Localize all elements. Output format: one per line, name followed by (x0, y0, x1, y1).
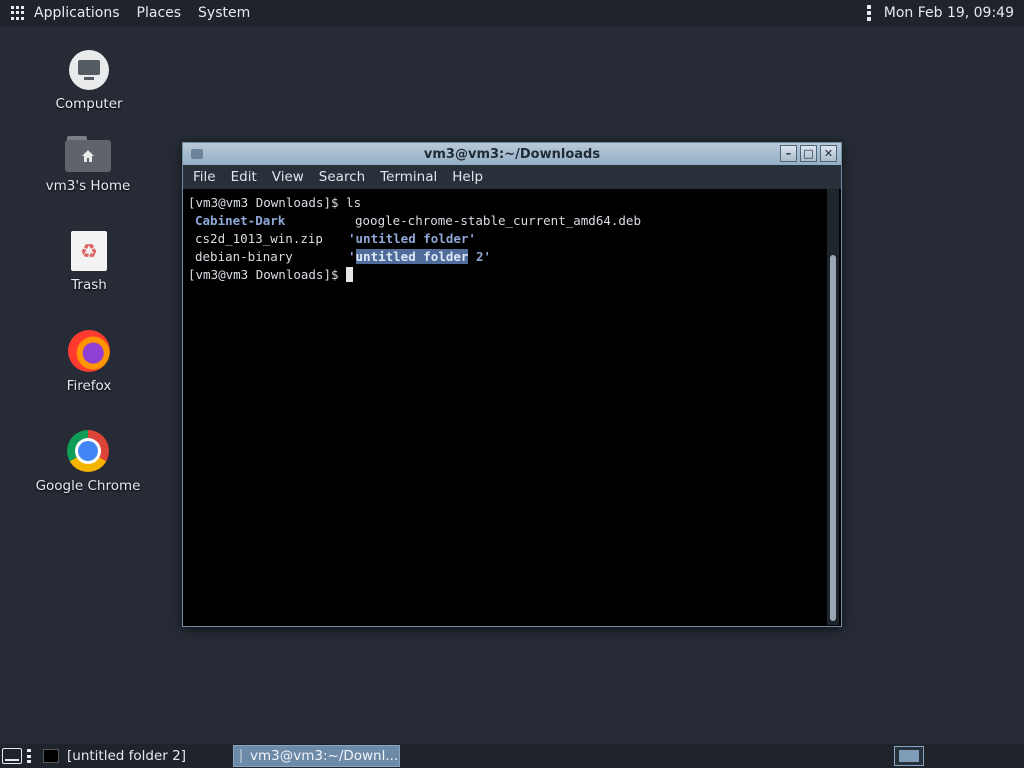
scrollbar-thumb[interactable] (830, 255, 836, 621)
task-label: vm3@vm3:~/Downl... (250, 748, 399, 764)
workspace-switcher[interactable] (894, 746, 924, 766)
desktop-icon-label: Computer (55, 96, 123, 112)
menu-applications[interactable]: Applications (34, 5, 120, 21)
text-cursor (346, 267, 354, 282)
kebab-menu-icon[interactable] (866, 5, 871, 21)
menu-search[interactable]: Search (319, 169, 365, 185)
desktop-icon-label: Firefox (66, 378, 112, 394)
apps-grid-icon[interactable] (11, 6, 25, 20)
desktop-icon-label: vm3's Home (45, 178, 131, 194)
desktop-icon-chrome[interactable]: Google Chrome (28, 430, 148, 494)
menu-places[interactable]: Places (137, 5, 182, 21)
desktop-icon-label: Google Chrome (35, 478, 141, 494)
clock[interactable]: Mon Feb 19, 09:49 (884, 5, 1014, 21)
desktop-icon-computer[interactable]: Computer (29, 50, 149, 112)
desktop-icon-label: Trash (71, 277, 107, 293)
ls-entry-file: google-chrome-stable_current_amd64.deb (355, 213, 641, 228)
top-panel: Applications Places System Mon Feb 19, 0… (0, 0, 1024, 26)
terminal-menubar: File Edit View Search Terminal Help (183, 165, 841, 189)
menu-help[interactable]: Help (452, 169, 483, 185)
desktop-icon-home[interactable]: vm3's Home (28, 136, 148, 194)
ls-entry-dir: Cabinet-Dark (195, 213, 286, 228)
maximize-button[interactable]: □ (800, 145, 817, 162)
ls-entry-dir: 'untitled folder' (348, 231, 476, 246)
show-desktop-icon[interactable] (2, 748, 22, 764)
prompt: [vm3@vm3 Downloads]$ (188, 267, 347, 282)
terminal-scrollbar[interactable] (827, 189, 839, 625)
menu-view[interactable]: View (272, 169, 304, 185)
menu-file[interactable]: File (193, 169, 216, 185)
window-buttons: – □ ✕ (780, 145, 837, 162)
ls-entry-file: cs2d_1013_win.zip (195, 231, 323, 246)
trash-icon (71, 231, 107, 271)
selected-text: untitled folder (355, 249, 469, 264)
desktop-icon-trash[interactable]: Trash (29, 231, 149, 293)
window-icon (43, 749, 59, 763)
top-panel-right: Mon Feb 19, 09:49 (866, 0, 1014, 26)
prompt: [vm3@vm3 Downloads]$ (188, 195, 347, 210)
ls-entry-file: debian-binary (195, 249, 293, 264)
computer-icon (69, 50, 109, 90)
chrome-icon (67, 430, 109, 472)
menu-terminal[interactable]: Terminal (380, 169, 437, 185)
task-label: [untitled folder 2] (67, 748, 186, 764)
close-button[interactable]: ✕ (820, 145, 837, 162)
home-folder-icon (65, 136, 111, 172)
desktop-icon-firefox[interactable]: Firefox (29, 330, 149, 394)
panel-handle-icon[interactable] (27, 749, 31, 763)
minimize-button[interactable]: – (780, 145, 797, 162)
window-title: vm3@vm3:~/Downloads (423, 146, 601, 162)
command: ls (346, 195, 362, 210)
window-titlebar[interactable]: vm3@vm3:~/Downloads – □ ✕ (183, 143, 841, 165)
bottom-panel: [untitled folder 2] vm3@vm3:~/Downl... (0, 744, 1024, 768)
menu-edit[interactable]: Edit (231, 169, 257, 185)
terminal-window[interactable]: vm3@vm3:~/Downloads – □ ✕ File Edit View… (182, 142, 842, 627)
firefox-icon (68, 330, 110, 372)
terminal-icon (240, 749, 242, 763)
taskbar-item-untitled-folder-2[interactable]: [untitled folder 2] (37, 745, 227, 767)
taskbar-item-terminal[interactable]: vm3@vm3:~/Downl... (233, 745, 400, 767)
menu-system[interactable]: System (198, 5, 250, 21)
terminal-output[interactable]: [vm3@vm3 Downloads]$ ls Cabinet-Dark goog… (185, 189, 827, 625)
